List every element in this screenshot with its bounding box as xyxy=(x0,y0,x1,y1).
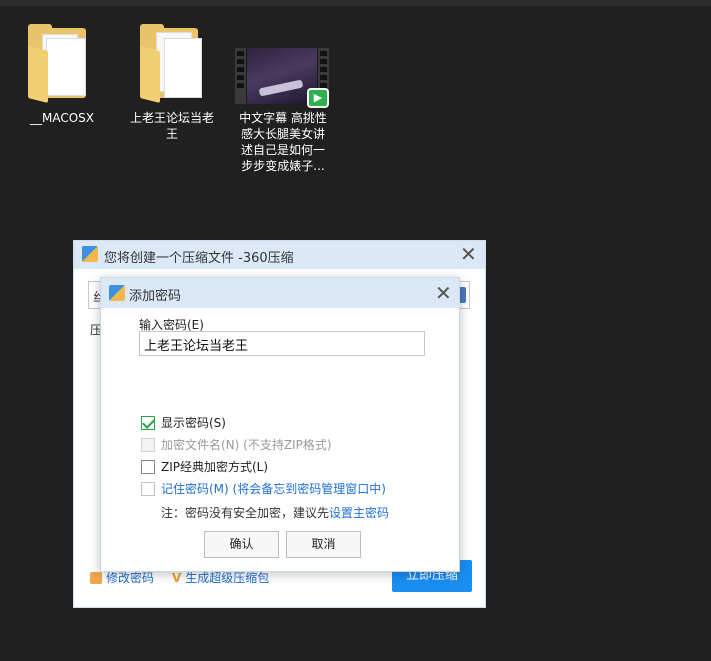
add-password-titlebar: 添加密码 ✕ xyxy=(101,278,459,308)
encrypt-filename-checkbox[interactable]: 加密文件名(N) (不支持ZIP格式) xyxy=(141,436,332,453)
compress-dialog-titlebar: 您将创建一个压缩文件 -360压缩 ✕ xyxy=(74,241,485,269)
lock-icon xyxy=(90,572,102,584)
checkbox-icon xyxy=(141,438,155,452)
remember-password-checkbox[interactable]: 记住密码(M) (将会备忘到密码管理窗口中) xyxy=(141,480,386,497)
zip-classic-checkbox[interactable]: ZIP经典加密方式(L) xyxy=(141,458,268,475)
player-badge-icon: ▶ xyxy=(307,88,329,108)
close-icon[interactable]: ✕ xyxy=(435,283,452,303)
password-input[interactable]: 上老王论坛当老王 xyxy=(139,331,425,356)
set-master-password-link[interactable]: 设置主密码 xyxy=(329,506,389,520)
folder-icon xyxy=(140,24,204,104)
security-note: 注：密码没有安全加密，建议先设置主密码 xyxy=(161,506,390,520)
checkbox-checked-icon xyxy=(141,416,155,430)
top-strip xyxy=(0,0,711,6)
desktop-item-label: 中文字幕 高挑性感大长腿美女讲述自己是如何一步步变成婊子... xyxy=(239,111,327,173)
checkbox-icon xyxy=(141,482,155,496)
show-password-checkbox[interactable]: 显示密码(S) xyxy=(141,414,226,431)
ok-button[interactable]: 确认 xyxy=(204,531,279,558)
add-password-title: 添加密码 xyxy=(129,289,182,304)
app-icon xyxy=(82,246,98,262)
folder-icon xyxy=(28,24,90,104)
compress-dialog-title: 您将创建一个压缩文件 -360压缩 xyxy=(104,251,294,266)
desktop-item-label: __MACOSX xyxy=(29,111,94,125)
close-icon[interactable]: ✕ xyxy=(460,244,477,264)
checkbox-icon xyxy=(141,460,155,474)
app-icon xyxy=(109,285,125,301)
desktop-item-label: 上老王论坛当老王 xyxy=(129,111,214,141)
add-password-dialog: 添加密码 ✕ 输入密码(E) 上老王论坛当老王 显示密码(S) 加密文件名(N)… xyxy=(100,277,460,572)
video-file-icon: ▶ xyxy=(235,48,329,108)
cancel-button[interactable]: 取消 xyxy=(286,531,361,558)
v-icon: V xyxy=(172,571,182,585)
